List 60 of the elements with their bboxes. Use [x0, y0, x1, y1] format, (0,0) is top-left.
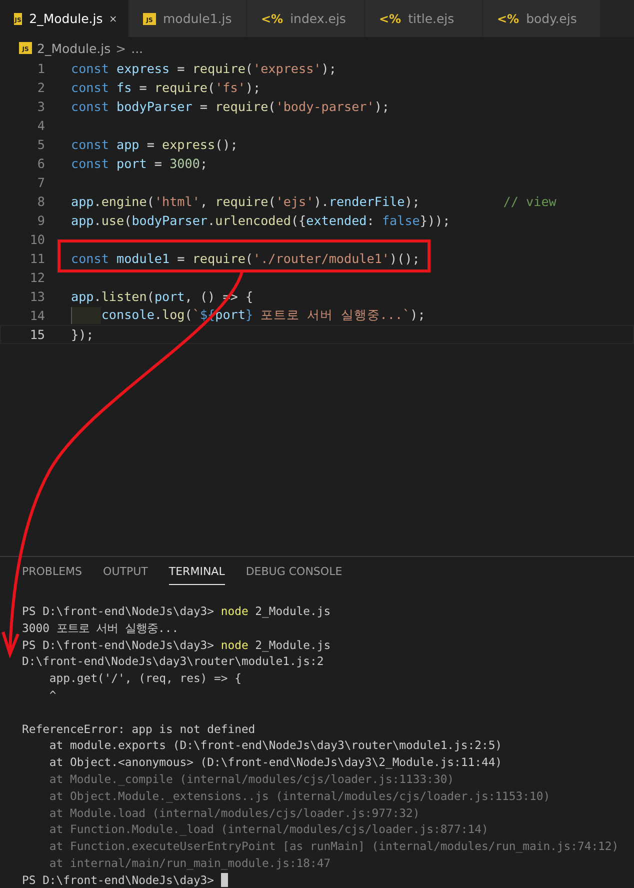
terminal-line: at module.exports (D:\front-end\NodeJs\day3\router\module1.js:2:5) — [48, 737, 504, 754]
editor-tab[interactable]: <% body.ejs — [483, 0, 601, 37]
terminal-line: at Module._compile (internal/modules/cjs/loader.js:1133:30) — [48, 770, 456, 788]
terminal-line: 3000 포트로 서버 실행중... — [22, 620, 180, 637]
terminal-line: ^ — [48, 686, 58, 704]
code-line: app.engine('html', require('ejs').renderFile); // view — [71, 194, 556, 209]
breadcrumb-item[interactable]: 2_Module.js — [37, 40, 111, 56]
code-line: const express = require('express'); — [71, 61, 336, 76]
editor-tab[interactable]: <% title.ejs — [365, 0, 483, 37]
terminal-line: at internal/main/run_main_module.js:18:47 — [48, 854, 332, 872]
template-file-icon: <% — [379, 12, 402, 26]
terminal-line: PS D:\front-end\NodeJs\day3> node 2_Module.js — [22, 636, 332, 654]
terminal-prompt: PS D:\front-end\NodeJs\day3> — [22, 872, 216, 888]
tab-label: module1.js — [163, 11, 232, 26]
terminal-line: PS D:\front-end\NodeJs\day3> node 2_Module.js — [22, 603, 332, 620]
code-line: const module1 = require('./router/module1')(); — [71, 251, 420, 266]
code-line: const bodyParser = require('body-parser'); — [71, 99, 390, 114]
line-number: 8 — [36, 194, 45, 209]
line-number: 5 — [36, 137, 45, 152]
line-number: 14 — [28, 308, 45, 323]
terminal-line: ReferenceError: app is not defined — [22, 720, 256, 738]
tab-label: title.ejs — [408, 11, 454, 26]
terminal-line: D:\front-end\NodeJs\day3\router\module1.js:2 — [22, 653, 325, 670]
tab-label: 2_Module.js — [29, 11, 103, 26]
line-number: 2 — [36, 80, 45, 95]
line-number: 6 — [36, 156, 45, 171]
line-number: 4 — [36, 118, 45, 133]
template-file-icon: <% — [261, 12, 284, 26]
code-line: const fs = require('fs'); — [71, 80, 261, 95]
code-line: const app = express(); — [71, 137, 238, 152]
line-number: 15 — [28, 327, 45, 342]
breadcrumb-item[interactable]: ... — [131, 40, 144, 56]
code-line: }); — [71, 327, 94, 342]
text-cursor — [220, 873, 228, 888]
terminal-line: at Function.Module._load (internal/modules/cjs/loader.js:877:14) — [48, 821, 490, 838]
code-line: const port = 3000; — [71, 156, 208, 171]
line-number: 12 — [28, 270, 45, 285]
close-icon[interactable] — [110, 14, 116, 24]
line-number: 11 — [28, 251, 45, 266]
line-number: 1 — [36, 61, 45, 76]
terminal-line: at Module.load (internal/modules/cjs/loader.js:977:32) — [48, 804, 421, 822]
tab-label: body.ejs — [526, 11, 577, 26]
line-number: 10 — [28, 232, 45, 247]
terminal-line: at Object.<anonymous> (D:\front-end\NodeJs\day3\2_Module.js:11:44) — [48, 754, 504, 771]
line-number: 3 — [36, 99, 45, 114]
code-line: app.use(bodyParser.urlencoded({extended: false})); — [71, 213, 450, 228]
panel-tab[interactable]: TERMINAL — [168, 565, 225, 585]
editor-tab[interactable]: <% index.ejs — [247, 0, 365, 37]
line-number: 13 — [28, 289, 45, 304]
line-number: 9 — [36, 213, 45, 228]
panel-tab[interactable]: PROBLEMS — [22, 565, 82, 585]
tab-label: index.ejs — [290, 11, 346, 26]
terminal-line: app.get('/', (req, res) => { — [48, 670, 242, 687]
template-file-icon: <% — [497, 12, 520, 26]
breadcrumb-separator: > — [116, 40, 126, 56]
panel-tab[interactable]: DEBUG CONSOLE — [246, 565, 342, 585]
terminal-line: at Object.Module._extensions..js (internal/modules/cjs/loader.js:1153:10) — [48, 788, 552, 805]
line-number: 7 — [36, 175, 45, 190]
panel-tab[interactable]: OUTPUT — [103, 565, 148, 585]
terminal-line: at Function.executeUserEntryPoint [as runMain] (internal/modules/run_main.js:74:12) — [48, 838, 620, 855]
